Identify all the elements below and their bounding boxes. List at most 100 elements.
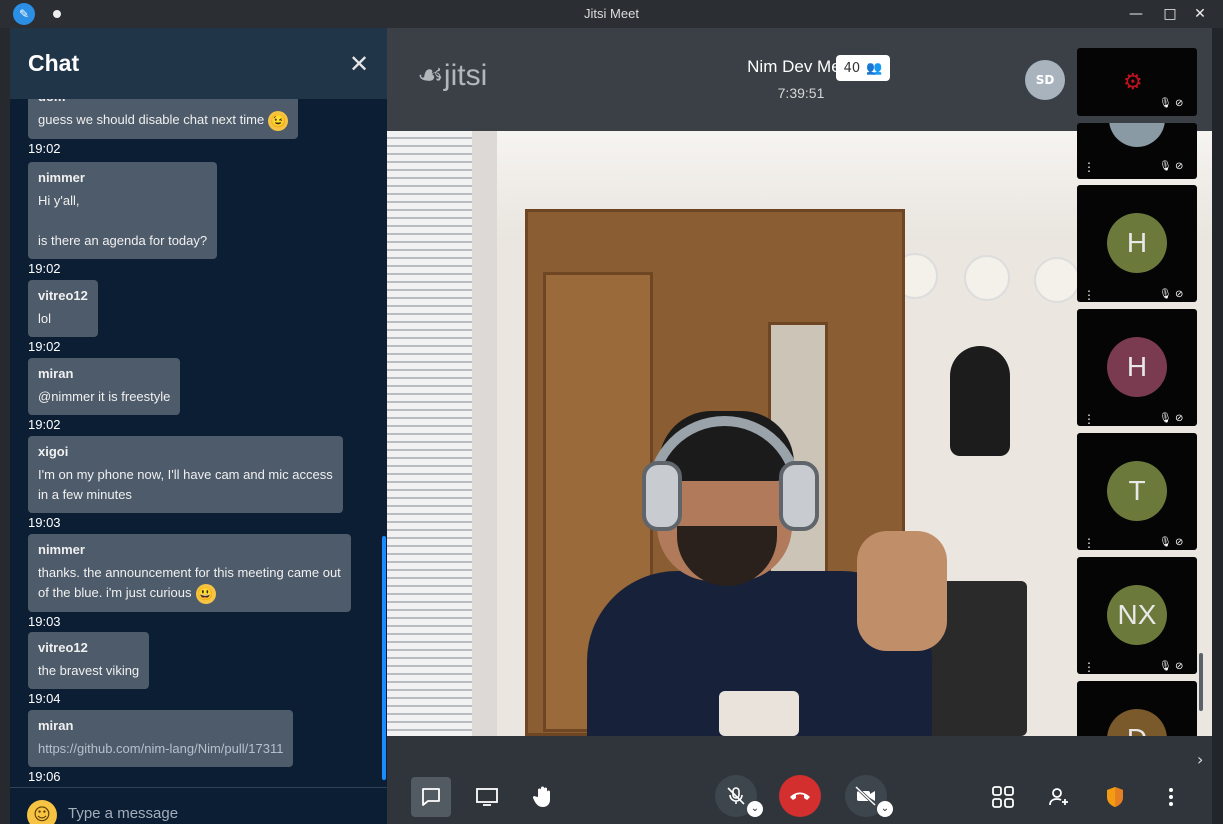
close-window-button[interactable]: ✕ xyxy=(1190,4,1210,24)
chat-message-author: miran xyxy=(38,366,74,381)
camera-off-icon: ⊘ xyxy=(1175,661,1184,672)
chat-message: xigoi I'm on my phone now, I'll have cam … xyxy=(28,436,343,513)
chat-message-list[interactable]: dom guess we should disable chat next tim… xyxy=(10,99,387,787)
bubble-padding xyxy=(38,407,170,415)
camera-options-chevron-icon[interactable]: ⌄ xyxy=(877,801,893,817)
participant-thumbnails[interactable]: ⚙🎙⊘⋮🎙⊘H⋮🎙⊘H⋮🎙⊘T⋮🎙⊘NX⋮🎙⊘D⋮🎙⊘ xyxy=(1077,48,1197,738)
chat-message-text: @nimmer it is freestyle xyxy=(38,389,171,404)
chat-message-text: of the blue. i'm just curious xyxy=(38,585,192,600)
maximize-button[interactable]: □ xyxy=(1160,4,1180,24)
participant-tile[interactable]: T ⋮ 🎙 ⊘ xyxy=(1077,433,1197,550)
thumbnails-scrollbar[interactable] xyxy=(1199,653,1203,711)
mic-muted-icon: 🎙 xyxy=(1159,289,1172,300)
chat-message-author: dom xyxy=(38,99,288,104)
chat-message-author: vitreo12 xyxy=(38,288,88,303)
more-icon xyxy=(1169,788,1173,806)
screen-share-button[interactable] xyxy=(467,777,507,817)
chat-message: miran @nimmer it is freestyle xyxy=(28,358,181,415)
wink-emoji-icon: 😉 xyxy=(268,110,289,131)
participant-tile[interactable]: H ⋮ 🎙 ⊘ xyxy=(1077,309,1197,426)
security-shield-icon xyxy=(1107,787,1123,807)
jitsi-logo-icon: ☙ xyxy=(417,59,444,92)
tile-view-button[interactable] xyxy=(983,777,1023,817)
chat-header: Chat ✕ xyxy=(10,28,387,99)
chat-toggle-button[interactable] xyxy=(411,777,451,817)
participant-tile[interactable]: ⋮ 🎙 ⊘ xyxy=(1077,123,1197,179)
jitsi-logo: ☙jitsi xyxy=(417,58,487,93)
participant-tile[interactable]: D⋮🎙⊘ xyxy=(1077,681,1197,738)
participant-tile[interactable]: H ⋮ 🎙 ⊘ xyxy=(1077,185,1197,302)
participants-icon: 👥 xyxy=(866,60,883,76)
video-scene-figure xyxy=(950,346,1010,456)
headphone-right xyxy=(779,461,819,531)
meeting-area: ☙jitsi Nim Dev Meet 7:39:51 40 👥 SD ⚙ 🎙 … xyxy=(387,28,1212,824)
chat-message-timestamp: 19:06 xyxy=(28,769,61,784)
chat-message-line: of the blue. i'm just curious 😃 xyxy=(38,583,341,604)
local-user-avatar[interactable]: SD xyxy=(1025,60,1065,100)
participant-tile[interactable]: ⚙ 🎙 ⊘ xyxy=(1077,48,1197,116)
chat-message-link[interactable]: https://github.com/nim-lang/Nim/pull/173… xyxy=(38,739,283,759)
window-title: Jitsi Meet xyxy=(584,6,639,21)
camera-off-icon: ⊘ xyxy=(1175,98,1184,109)
chat-message-text: I'm on my phone now, I'll have cam and m… xyxy=(38,467,333,482)
meeting-timer: 7:39:51 xyxy=(777,85,825,101)
jitsi-logo-text: jitsi xyxy=(443,59,488,92)
chat-message: dom guess we should disable chat next tim… xyxy=(28,99,299,139)
chat-panel: Chat ✕ dom guess we should disable chat n… xyxy=(10,28,387,824)
security-options-button[interactable] xyxy=(1095,777,1135,817)
camera-off-icon: ⊘ xyxy=(1175,161,1184,172)
chat-message-timestamp: 19:02 xyxy=(28,261,61,276)
camera-off-icon: ⊘ xyxy=(1175,537,1184,548)
participant-menu-icon[interactable]: ⋮ xyxy=(1083,661,1095,673)
chat-message: vitreo12 the bravest viking xyxy=(28,632,150,689)
background-window-edge xyxy=(0,28,10,824)
participant-count-badge[interactable]: 40 👥 xyxy=(836,55,890,81)
chat-message-timestamp: 19:02 xyxy=(28,417,61,432)
chat-scrollbar[interactable] xyxy=(382,536,386,780)
message-input[interactable] xyxy=(68,802,368,824)
video-person-hand xyxy=(857,531,947,651)
mic-muted-icon: 🎙 xyxy=(1159,413,1172,424)
participant-menu-icon[interactable]: ⋮ xyxy=(1083,161,1095,173)
mic-muted-icon: 🎙 xyxy=(1159,661,1172,672)
chat-close-button[interactable]: ✕ xyxy=(347,52,371,76)
video-scene-window-blind xyxy=(387,131,472,736)
emoji-picker-button[interactable]: ☺ xyxy=(27,800,57,824)
smile-emoji-icon: 😃 xyxy=(195,583,216,604)
participant-tile[interactable]: NX ⋮ 🎙 ⊘ xyxy=(1077,557,1197,674)
camera-off-icon: ⊘ xyxy=(1175,413,1184,424)
chat-compose-bar: ☺ xyxy=(10,787,387,824)
bubble-padding xyxy=(38,251,207,259)
participant-menu-icon[interactable]: ⋮ xyxy=(1083,413,1095,425)
more-actions-button[interactable] xyxy=(1151,777,1191,817)
chat-message: nimmer thanks. the announcement for this … xyxy=(28,534,351,612)
chat-message-author: xigoi xyxy=(38,444,69,459)
participant-menu-icon[interactable]: ⋮ xyxy=(1083,289,1095,301)
participant-menu-icon[interactable]: ⋮ xyxy=(1083,537,1095,549)
chat-message-text: is there an agenda for today? xyxy=(38,233,208,248)
chat-message: miran https://github.com/nim-lang/Nim/pul… xyxy=(28,710,294,767)
bubble-padding xyxy=(38,131,288,139)
mic-options-chevron-icon[interactable]: ⌄ xyxy=(747,801,763,817)
tile-view-icon xyxy=(992,786,1014,808)
chat-message: vitreo12 lol xyxy=(28,280,98,337)
participant-video xyxy=(1109,123,1165,147)
mic-muted-icon: 🎙 xyxy=(1159,98,1172,109)
raise-hand-icon xyxy=(532,786,550,807)
hangup-button[interactable] xyxy=(779,775,821,817)
raise-hand-button[interactable] xyxy=(523,777,563,817)
chat-message-line: guess we should disable chat next time 😉 xyxy=(38,110,289,131)
headphone-left xyxy=(642,461,682,531)
camera-off-icon: ⊘ xyxy=(1175,289,1184,300)
video-scene-plate xyxy=(1034,257,1080,303)
chat-message-timestamp: 19:04 xyxy=(28,691,61,706)
hangup-icon xyxy=(790,792,810,800)
chevron-right-icon[interactable]: › xyxy=(1197,750,1203,769)
chat-message-text: the bravest viking xyxy=(38,663,140,678)
video-scene-plate xyxy=(964,255,1010,301)
meeting-toolbar: › ⌄ ⌄ xyxy=(387,736,1212,824)
minimize-button[interactable]: — xyxy=(1126,4,1146,24)
bubble-padding xyxy=(38,681,139,689)
chat-message-text: thanks. the announcement for this meetin… xyxy=(38,565,341,580)
invite-button[interactable] xyxy=(1039,777,1079,817)
